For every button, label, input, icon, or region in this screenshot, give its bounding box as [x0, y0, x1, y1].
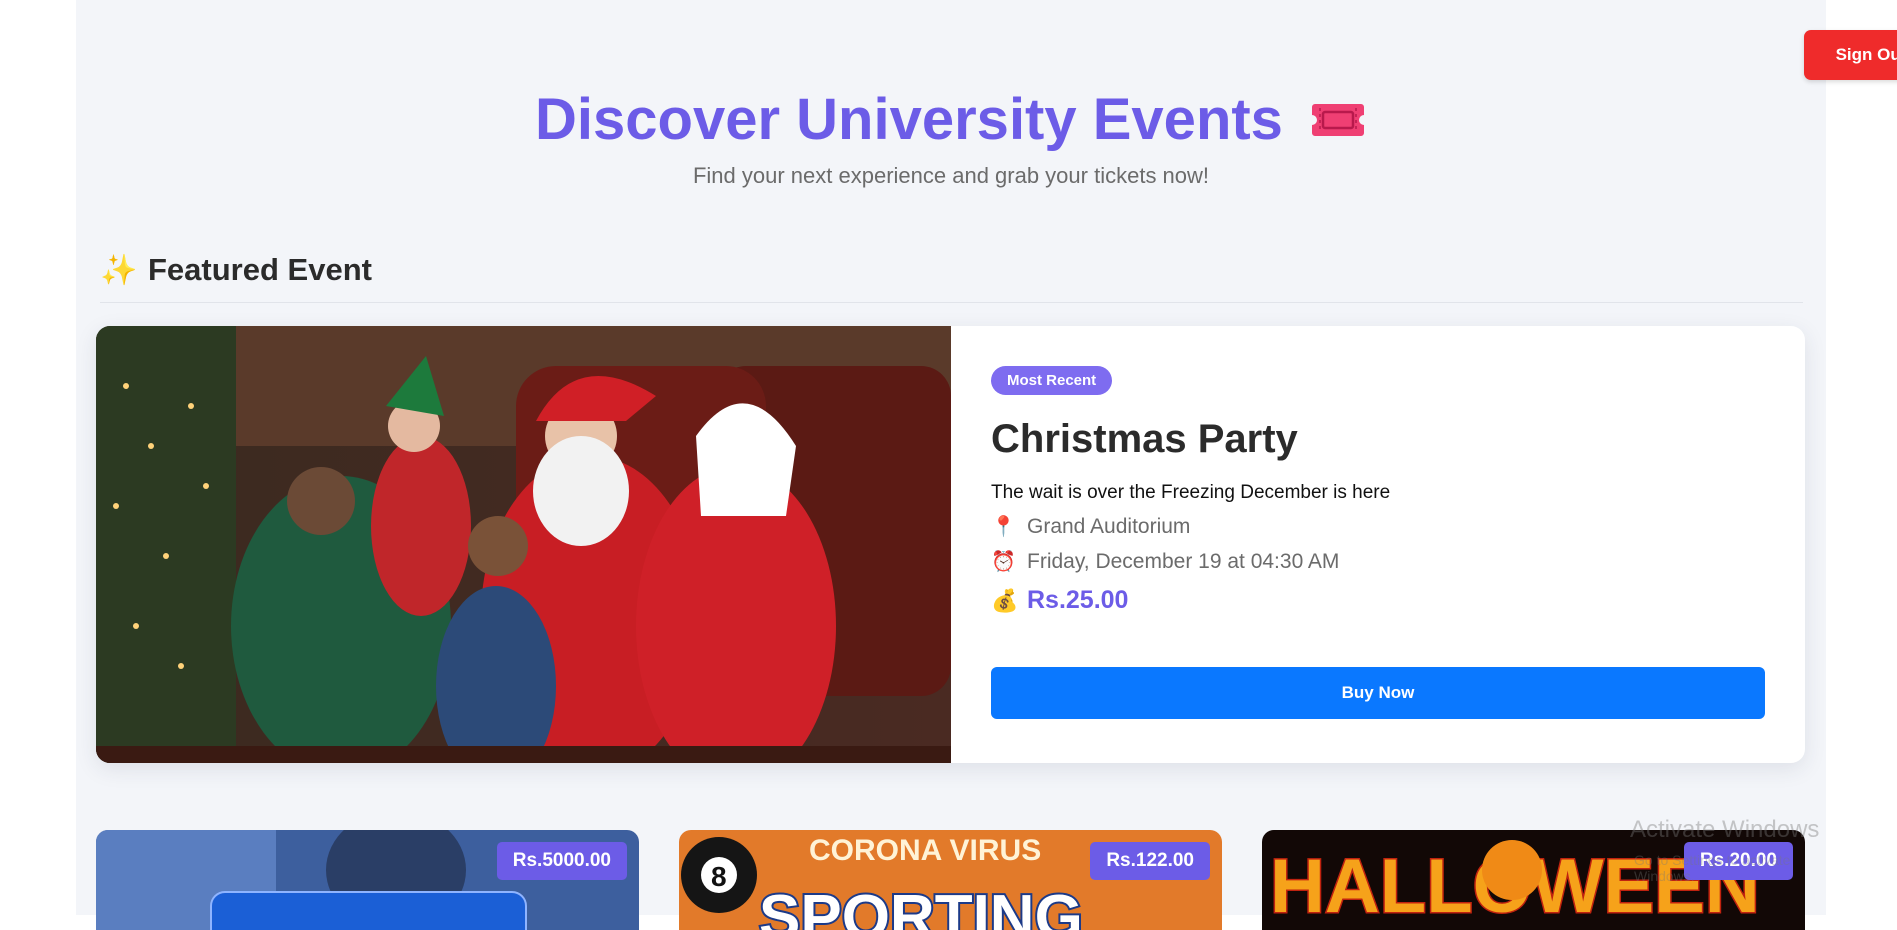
activate-windows-watermark: Activate Windows	[1630, 816, 1820, 843]
featured-section-header: ✨ Featured Event	[100, 252, 1803, 303]
svg-text:8: 8	[711, 861, 727, 892]
page-title: Discover University Events	[535, 87, 1283, 152]
most-recent-badge: Most Recent	[991, 366, 1113, 395]
alarm-clock-icon: ⏰	[991, 551, 1016, 573]
event-title: Christmas Party	[991, 417, 1298, 461]
buy-now-button[interactable]: Buy Now	[991, 667, 1765, 719]
event-location: Grand Auditorium	[1027, 514, 1191, 538]
event-description: The wait is over the Freezing December i…	[991, 482, 1391, 503]
event-price: Rs.25.00	[1027, 586, 1129, 614]
event-location-row: 📍 Grand Auditorium	[991, 514, 1765, 539]
page-header: Discover University Events	[76, 86, 1826, 153]
featured-event-image	[96, 326, 951, 763]
sparkles-icon: ✨	[100, 253, 138, 287]
event-price-row: 💰 Rs.25.00	[991, 586, 1765, 615]
featured-event-details: Most Recent Christmas Party The wait is …	[991, 366, 1765, 719]
featured-event-card: Most Recent Christmas Party The wait is …	[96, 326, 1805, 763]
event-card-price: Rs.122.00	[1090, 842, 1210, 880]
map-pin-icon: 📍	[991, 516, 1016, 538]
activate-windows-hint: Go to Settings to activate Windows.	[1634, 852, 1791, 884]
money-bag-icon: 💰	[991, 587, 1019, 613]
card-image-text-top: CORONA VIRUS	[809, 834, 1041, 867]
page-subtitle: Find your next experience and grab your …	[692, 163, 1210, 188]
event-card-price: Rs.5000.00	[496, 842, 627, 880]
featured-heading: Featured Event	[148, 252, 372, 287]
sign-out-button[interactable]: Sign Out	[1804, 30, 1897, 80]
ticket-icon	[1311, 103, 1364, 136]
event-datetime: Friday, December 19 at 04:30 AM	[1027, 549, 1340, 573]
card-image-text-main: SPORTING	[759, 883, 1083, 930]
event-card[interactable]: 8 CORONA VIRUS SPORTING Rs.122.00	[679, 830, 1222, 930]
event-datetime-row: ⏰ Friday, December 19 at 04:30 AM	[991, 549, 1765, 574]
event-card[interactable]: Rs.5000.00	[96, 830, 639, 930]
page-container: Sign Out Discover University Events Find…	[76, 0, 1897, 930]
